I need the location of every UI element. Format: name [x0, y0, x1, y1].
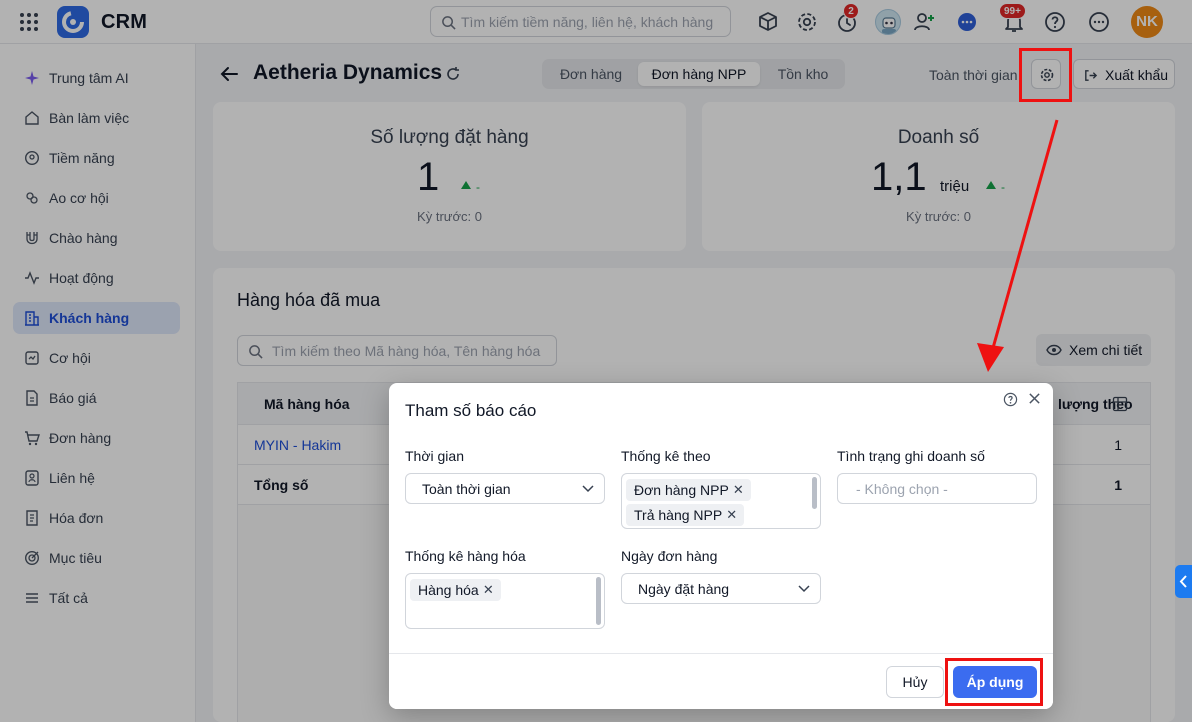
annotation-arrow-icon: [977, 119, 1059, 372]
